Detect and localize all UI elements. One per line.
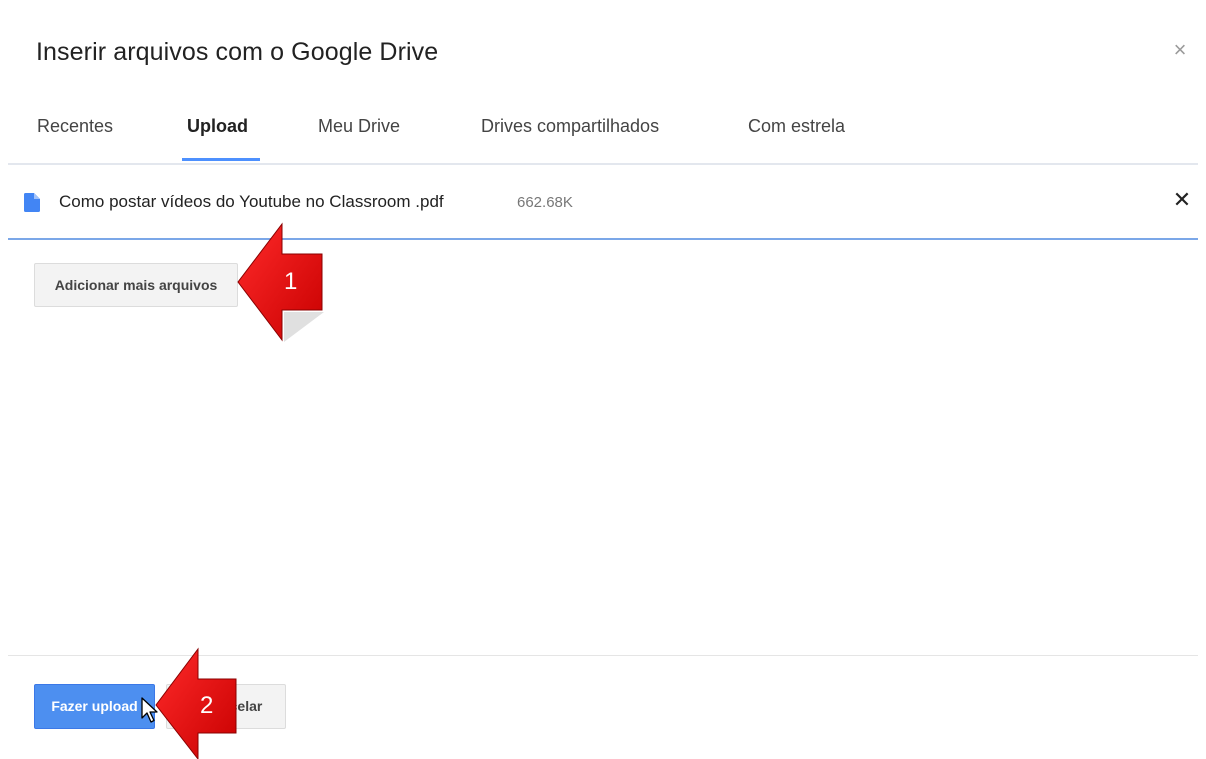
- remove-file-icon[interactable]: ✕: [1170, 188, 1194, 212]
- file-list-item: Como postar vídeos do Youtube no Classro…: [8, 176, 1198, 230]
- callout-arrow-1: [237, 222, 324, 342]
- add-more-files-button[interactable]: Adicionar mais arquivos: [34, 263, 238, 307]
- tab-upload[interactable]: Upload: [187, 116, 248, 137]
- callout-number-1: 1: [284, 268, 298, 295]
- upload-button[interactable]: Fazer upload: [34, 684, 155, 729]
- tab-recentes[interactable]: Recentes: [37, 116, 113, 137]
- file-name: Como postar vídeos do Youtube no Classro…: [59, 192, 444, 211]
- insert-files-dialog: Inserir arquivos com o Google Drive × Re…: [0, 0, 1206, 759]
- callout-number-2: 2: [200, 692, 214, 719]
- tab-com-estrela[interactable]: Com estrela: [748, 116, 845, 137]
- document-icon: [24, 193, 40, 212]
- tab-meu-drive[interactable]: Meu Drive: [318, 116, 400, 137]
- file-size: 662.68K: [517, 194, 573, 211]
- active-tab-indicator: [182, 158, 260, 161]
- file-divider: [8, 238, 1198, 240]
- close-icon[interactable]: ×: [1168, 38, 1192, 62]
- tab-drives-compartilhados[interactable]: Drives compartilhados: [481, 116, 659, 137]
- callout-arrow-2: [155, 647, 237, 759]
- tab-bar: Recentes Upload Meu Drive Drives compart…: [0, 100, 1206, 164]
- mouse-cursor-icon: [141, 697, 158, 723]
- tabs-divider: [8, 163, 1198, 165]
- dialog-title: Inserir arquivos com o Google Drive: [36, 38, 439, 66]
